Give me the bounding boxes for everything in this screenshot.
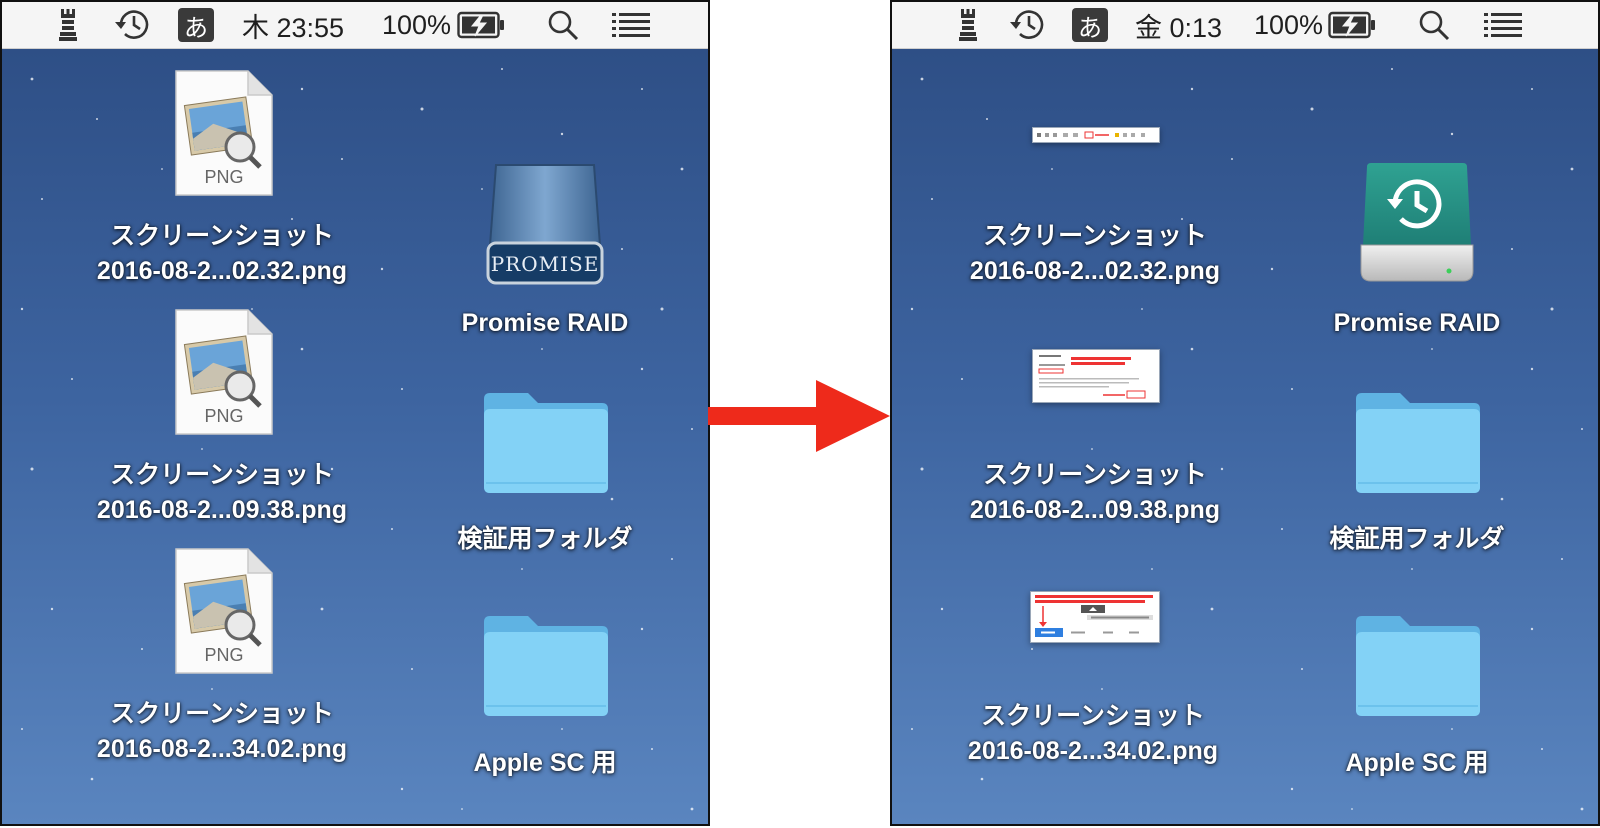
png-file-icon: PNG: [174, 69, 274, 202]
file-name-label: スクリーンショット 2016-08-2...09.38.png: [96, 461, 348, 524]
screenshot-thumbnail: [1032, 349, 1160, 403]
tower-icon[interactable]: [57, 2, 79, 48]
menu-bar: あ 金 0:13 100%: [892, 2, 1598, 49]
file-name-label: スクリーンショット 2016-08-2...34.02.png: [96, 700, 348, 763]
time-machine-icon[interactable]: [112, 2, 152, 48]
drive-label: Promise RAID: [1333, 309, 1501, 337]
menu-clock[interactable]: 木 23:55: [242, 2, 344, 48]
promise-badge-text: PROMISE: [491, 252, 600, 276]
battery-charging-icon[interactable]: [1328, 2, 1376, 48]
file-name-label: スクリーンショット 2016-08-2...02.32.png: [96, 222, 348, 285]
time-machine-icon[interactable]: [1007, 2, 1047, 48]
promise-raid-drive-icon: PROMISE: [482, 161, 608, 292]
battery-charging-icon[interactable]: [457, 2, 505, 48]
tower-icon[interactable]: [957, 2, 979, 48]
spotlight-search-icon[interactable]: [547, 2, 579, 48]
folder-label: 検証用フォルダ: [457, 525, 633, 553]
transition-arrow-icon: [708, 380, 890, 457]
ime-icon[interactable]: あ: [1072, 2, 1108, 48]
menu-bar: あ 木 23:55 100%: [2, 2, 708, 49]
battery-percent[interactable]: 100%: [1254, 2, 1323, 48]
png-type-label: PNG: [204, 167, 244, 187]
battery-percent[interactable]: 100%: [382, 2, 451, 48]
notification-list-icon[interactable]: [612, 2, 650, 48]
folder-label: Apple SC 用: [1345, 749, 1489, 777]
file-name-label: スクリーンショット 2016-08-2...02.32.png: [969, 222, 1221, 285]
drive-label: Promise RAID: [461, 309, 629, 337]
folder-label: 検証用フォルダ: [1329, 525, 1505, 553]
png-file-icon: PNG: [174, 547, 274, 680]
notification-list-icon[interactable]: [1484, 2, 1522, 48]
folder-icon: [482, 391, 610, 500]
folder-icon: [1354, 614, 1482, 723]
png-type-label: PNG: [204, 645, 244, 665]
screenshot-thumbnail: [1032, 127, 1160, 143]
folder-label: Apple SC 用: [473, 749, 617, 777]
png-type-label: PNG: [204, 406, 244, 426]
desktop: スクリーンショット 2016-08-2...02.32.png スクリーンショッ…: [892, 49, 1598, 824]
png-file-icon: PNG: [174, 308, 274, 441]
spotlight-search-icon[interactable]: [1418, 2, 1450, 48]
desktop: PNG スクリーンショット 2016-08-2...02.32.png PNG …: [2, 49, 708, 824]
folder-icon: [482, 614, 610, 723]
menu-clock[interactable]: 金 0:13: [1135, 2, 1222, 48]
after-screenshot-panel: あ 金 0:13 100% スクリーンショット 2016-08-2...02.3…: [890, 0, 1600, 826]
time-machine-drive-icon: [1357, 161, 1477, 292]
before-screenshot-panel: あ 木 23:55 100% PNG スクリーンショット 2016-08-2..…: [0, 0, 710, 826]
file-name-label: スクリーンショット 2016-08-2...34.02.png: [967, 702, 1219, 765]
screenshot-thumbnail: [1030, 591, 1160, 643]
ime-icon[interactable]: あ: [178, 2, 214, 48]
folder-icon: [1354, 391, 1482, 500]
file-name-label: スクリーンショット 2016-08-2...09.38.png: [969, 461, 1221, 524]
